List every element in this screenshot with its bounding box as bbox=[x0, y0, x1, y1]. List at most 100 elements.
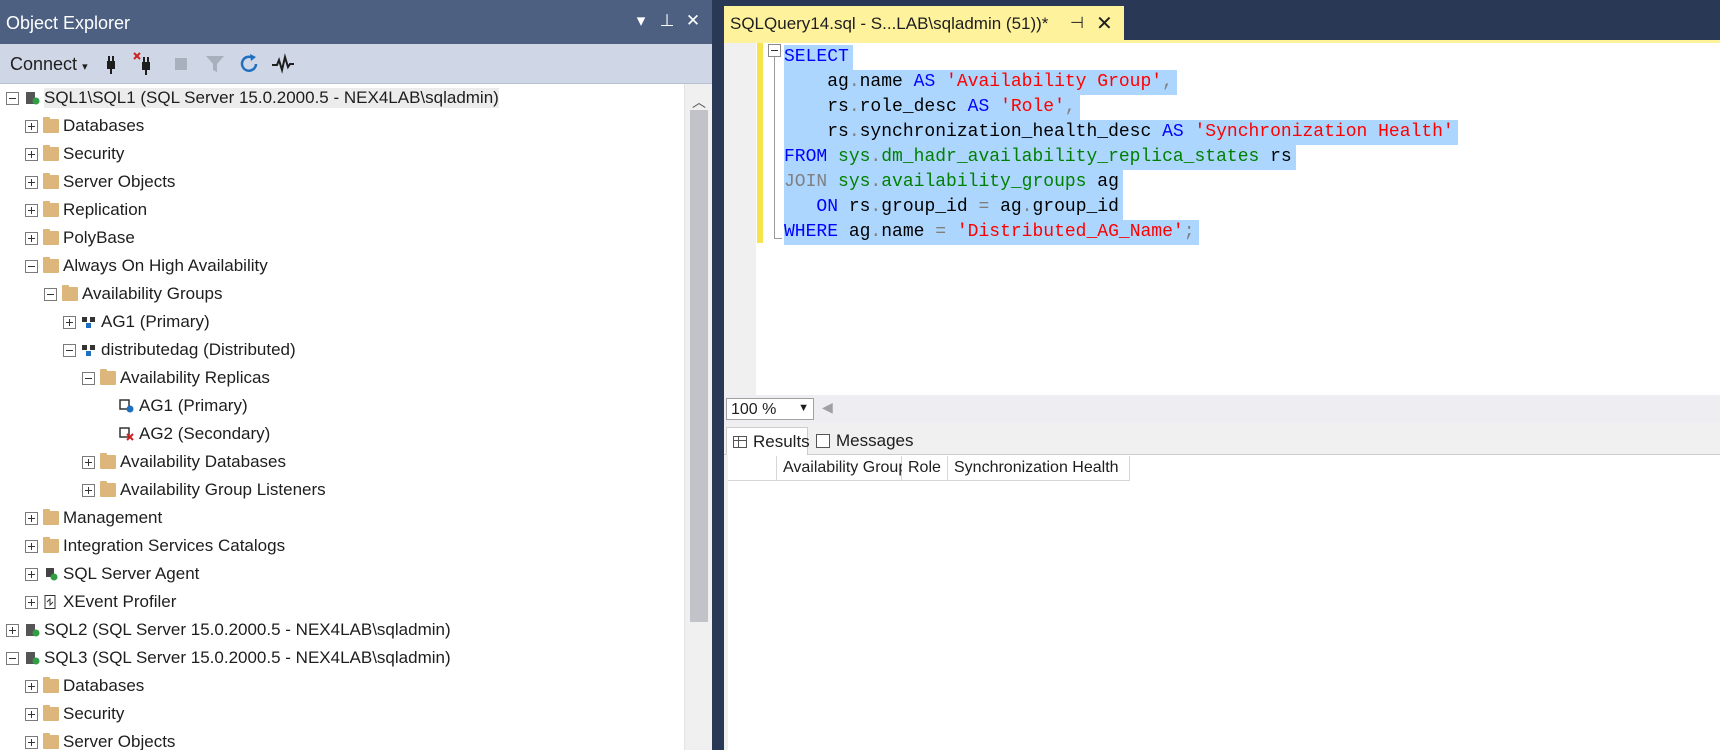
expand-icon[interactable] bbox=[25, 568, 38, 581]
tree-node[interactable]: Server Objects bbox=[0, 730, 684, 750]
row-header-corner bbox=[728, 456, 777, 481]
tree-node[interactable]: Integration Services Catalogs bbox=[0, 534, 684, 560]
code-token: ag bbox=[1097, 172, 1119, 192]
code-token: rs bbox=[784, 122, 849, 142]
column-header[interactable]: Synchronization Health bbox=[948, 456, 1130, 481]
results-grid[interactable]: Availability Group Role Synchronization … bbox=[724, 455, 1720, 750]
tree-node[interactable]: SQL2 (SQL Server 15.0.2000.5 - NEX4LAB\s… bbox=[0, 618, 684, 644]
window-position-dropdown-icon[interactable]: ▾ bbox=[630, 10, 652, 32]
tree-node-label: Security bbox=[63, 144, 125, 163]
tree-node[interactable]: AG2 (Secondary) bbox=[0, 422, 684, 448]
auto-hide-pin-icon[interactable]: ⊥ bbox=[656, 10, 678, 32]
object-explorer-toolbar: Connect ▾ bbox=[0, 44, 712, 84]
filter-icon[interactable] bbox=[202, 51, 228, 77]
collapse-icon[interactable] bbox=[44, 288, 57, 301]
expand-icon[interactable] bbox=[25, 596, 38, 609]
pin-tab-icon[interactable]: ⊣ bbox=[1070, 13, 1084, 33]
tab-messages[interactable]: Messages bbox=[810, 427, 913, 455]
object-explorer-scrollbar[interactable]: ︿ bbox=[684, 84, 712, 750]
expand-icon[interactable] bbox=[25, 736, 38, 749]
tree-node[interactable]: XEvent Profiler bbox=[0, 590, 684, 616]
tree-node[interactable]: SQL1\SQL1 (SQL Server 15.0.2000.5 - NEX4… bbox=[0, 86, 684, 112]
code-line: JOIN sys.availability_groups ag bbox=[784, 170, 1123, 195]
query-document-tab[interactable]: SQLQuery14.sql - S...LAB\sqladmin (51))*… bbox=[724, 6, 1124, 40]
code-token: 'Distributed_AG_Name' bbox=[956, 222, 1184, 242]
collapse-icon[interactable] bbox=[63, 344, 76, 357]
expand-icon[interactable] bbox=[25, 232, 38, 245]
code-token: . bbox=[870, 197, 882, 217]
query-tab-title: SQLQuery14.sql - S...LAB\sqladmin (51))* bbox=[730, 14, 1049, 33]
folder-icon bbox=[100, 369, 116, 385]
tree-node[interactable]: SQL3 (SQL Server 15.0.2000.5 - NEX4LAB\s… bbox=[0, 646, 684, 672]
refresh-icon[interactable] bbox=[236, 51, 262, 77]
expand-icon[interactable] bbox=[25, 512, 38, 525]
close-tab-icon[interactable]: ✕ bbox=[1096, 11, 1113, 36]
tree-node[interactable]: PolyBase bbox=[0, 226, 684, 252]
stop-icon[interactable] bbox=[168, 51, 194, 77]
tree-node[interactable]: Databases bbox=[0, 114, 684, 140]
column-header[interactable]: Availability Group bbox=[777, 456, 907, 481]
tree-node[interactable]: Security bbox=[0, 142, 684, 168]
tree-node[interactable]: Management bbox=[0, 506, 684, 532]
collapse-icon[interactable] bbox=[6, 92, 19, 105]
expand-icon[interactable] bbox=[25, 176, 38, 189]
tree-node[interactable]: Replication bbox=[0, 198, 684, 224]
expand-icon[interactable] bbox=[82, 484, 95, 497]
tree-node[interactable]: Availability Databases bbox=[0, 450, 684, 476]
folder-icon bbox=[43, 537, 59, 553]
connect-plug-icon[interactable] bbox=[98, 51, 124, 77]
expand-icon[interactable] bbox=[63, 316, 76, 329]
code-token: AS bbox=[913, 72, 947, 92]
scroll-up-icon[interactable]: ︿ bbox=[692, 92, 706, 112]
code-line: WHERE ag.name = 'Distributed_AG_Name'; bbox=[784, 220, 1199, 245]
tab-results[interactable]: Results bbox=[726, 427, 810, 455]
server-connected-icon bbox=[24, 91, 40, 105]
sql-agent-icon bbox=[43, 567, 59, 581]
tree-node[interactable]: Server Objects bbox=[0, 170, 684, 196]
folder-icon bbox=[43, 257, 59, 273]
code-token: name bbox=[881, 222, 936, 242]
object-explorer-panel: Object Explorer ▾ ⊥ ✕ Connect ▾ SQL1\SQL… bbox=[0, 0, 712, 750]
zoom-select[interactable]: 100 % ▼ bbox=[726, 398, 814, 420]
tree-node[interactable]: Databases bbox=[0, 674, 684, 700]
scroll-left-icon[interactable]: ◀ bbox=[822, 399, 833, 416]
code-token: JOIN bbox=[784, 172, 839, 192]
tree-node[interactable]: Availability Groups bbox=[0, 282, 684, 308]
tree-node[interactable]: AG1 (Primary) bbox=[0, 394, 684, 420]
folder-icon bbox=[43, 705, 59, 721]
collapse-icon[interactable] bbox=[6, 652, 19, 665]
expand-icon[interactable] bbox=[25, 540, 38, 553]
activity-monitor-icon[interactable] bbox=[270, 51, 296, 77]
tree-node[interactable]: SQL Server Agent bbox=[0, 562, 684, 588]
code-token: 'Availability Group' bbox=[946, 72, 1163, 92]
collapse-region-icon[interactable] bbox=[768, 44, 781, 57]
scrollbar-thumb[interactable] bbox=[690, 110, 708, 622]
tree-node[interactable]: distributedag (Distributed) bbox=[0, 338, 684, 364]
expand-icon[interactable] bbox=[25, 708, 38, 721]
panel-splitter[interactable] bbox=[712, 0, 724, 750]
code-token: group_id bbox=[881, 197, 979, 217]
expand-icon[interactable] bbox=[25, 148, 38, 161]
availability-group-icon bbox=[81, 315, 97, 329]
disconnect-icon[interactable] bbox=[132, 51, 158, 77]
collapse-icon[interactable] bbox=[82, 372, 95, 385]
expand-icon[interactable] bbox=[82, 456, 95, 469]
folder-icon bbox=[43, 145, 59, 161]
tree-node[interactable]: AG1 (Primary) bbox=[0, 310, 684, 336]
expand-icon[interactable] bbox=[25, 680, 38, 693]
column-header[interactable]: Role bbox=[902, 456, 948, 481]
tree-node-label: Availability Databases bbox=[120, 452, 286, 471]
tree-node[interactable]: Availability Replicas bbox=[0, 366, 684, 392]
code-token: ag bbox=[1000, 197, 1022, 217]
close-panel-icon[interactable]: ✕ bbox=[682, 10, 704, 32]
tree-node[interactable]: Always On High Availability bbox=[0, 254, 684, 280]
expand-icon[interactable] bbox=[25, 120, 38, 133]
expand-icon[interactable] bbox=[25, 204, 38, 217]
collapse-icon[interactable] bbox=[25, 260, 38, 273]
tree-node[interactable]: Availability Group Listeners bbox=[0, 478, 684, 504]
connect-button[interactable]: Connect ▾ bbox=[10, 54, 88, 75]
query-editor[interactable]: SELECT ag.name AS 'Availability Group', … bbox=[724, 43, 1720, 395]
expand-icon[interactable] bbox=[6, 624, 19, 637]
tree-node[interactable]: Security bbox=[0, 702, 684, 728]
tree-node-label: Server Objects bbox=[63, 732, 176, 750]
